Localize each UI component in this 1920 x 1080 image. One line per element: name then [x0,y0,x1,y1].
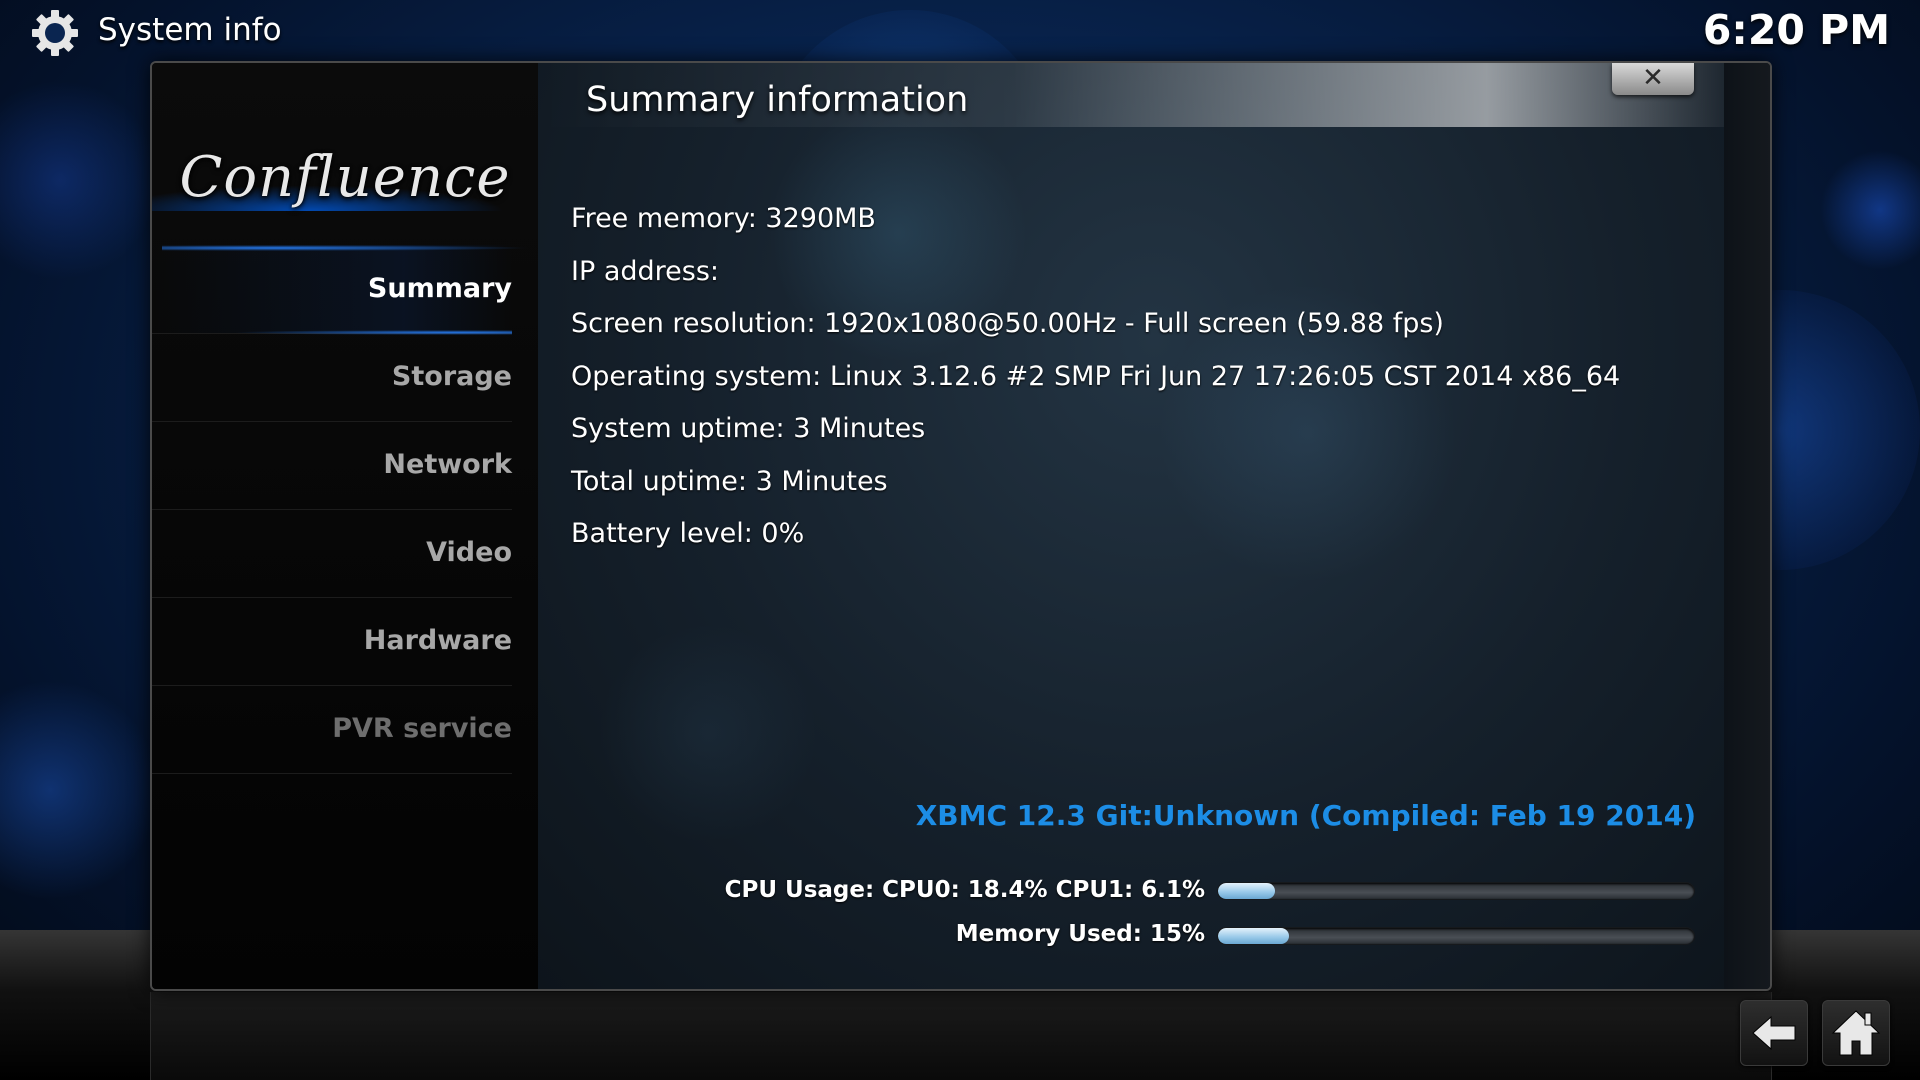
clock: 6:20 PM [1702,6,1890,54]
sidebar-item-network[interactable]: Network [152,421,512,510]
sidebar-item-video[interactable]: Video [152,509,512,598]
background-bokeh [0,80,160,280]
system-info-dialog: Confluence Summary Storage Network Video… [150,61,1772,991]
back-arrow-icon [1752,1015,1796,1051]
memory-used-label: Memory Used: 15% [955,921,1205,947]
memory-used-bar-fill [1218,928,1290,944]
info-free-memory: Free memory: 3290MB [571,203,876,234]
confluence-logo: Confluence [179,145,511,210]
background-bokeh [0,680,160,900]
info-battery-level: Battery level: 0% [571,518,805,549]
info-screen-resolution: Screen resolution: 1920x1080@50.00Hz - F… [571,308,1444,339]
sidebar-item-hardware[interactable]: Hardware [152,597,512,686]
version-label: XBMC 12.3 Git:Unknown (Compiled: Feb 19 … [915,799,1696,832]
memory-used-bar [1218,928,1694,944]
screen: System info 6:20 PM Confluence Summary S… [0,0,1920,1080]
info-operating-system: Operating system: Linux 3.12.6 #2 SMP Fr… [571,361,1621,392]
cpu-usage-bar-fill [1218,883,1276,899]
info-total-uptime: Total uptime: 3 Minutes [571,466,888,497]
cpu-usage-label: CPU Usage: CPU0: 18.4% CPU1: 6.1% [724,877,1205,903]
info-ip-address: IP address: [571,256,719,287]
bottom-strip [150,992,1772,1080]
back-button[interactable] [1740,1000,1808,1066]
home-icon [1831,1010,1881,1056]
window-title: System info [98,12,282,48]
info-system-uptime: System uptime: 3 Minutes [571,413,926,444]
dialog-right-edge [1724,63,1770,989]
sidebar-item-summary[interactable]: Summary [152,245,532,335]
cpu-usage-bar [1218,883,1694,899]
gear-icon [32,10,78,56]
background-bokeh [1820,150,1920,270]
sidebar-item-storage[interactable]: Storage [152,333,512,422]
dialog-title: Summary information [586,80,969,120]
content-bokeh [598,623,818,843]
close-button[interactable]: ✕ [1612,63,1694,95]
home-button[interactable] [1822,1000,1890,1066]
sidebar-item-pvr-service[interactable]: PVR service [152,685,512,774]
close-icon: ✕ [1642,63,1664,93]
